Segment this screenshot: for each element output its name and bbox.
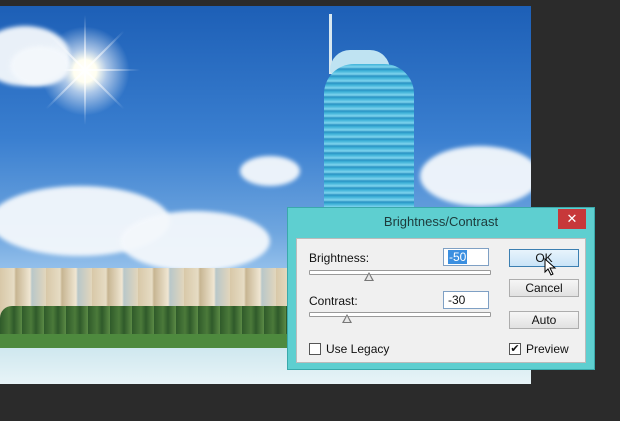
auto-button[interactable]: Auto (509, 311, 579, 329)
use-legacy-label: Use Legacy (326, 342, 390, 356)
mouse-pointer-icon (544, 258, 557, 276)
dialog-titlebar[interactable]: Brightness/Contrast ✕ (288, 208, 594, 236)
brightness-slider-thumb[interactable] (364, 272, 374, 281)
preview-label: Preview (526, 342, 569, 356)
preview-checkbox[interactable]: ✔ (509, 343, 521, 355)
cloud (420, 146, 531, 206)
dialog-body: Brightness: -50 Contrast: -30 Use Legacy… (296, 238, 586, 363)
contrast-value: -30 (448, 293, 466, 307)
brightness-value: -50 (448, 250, 468, 264)
close-button[interactable]: ✕ (558, 209, 586, 229)
checkmark-icon: ✔ (510, 343, 520, 355)
brightness-label: Brightness: (309, 251, 370, 265)
trees (0, 306, 300, 336)
contrast-slider-track[interactable] (309, 312, 491, 317)
contrast-input[interactable]: -30 (443, 291, 489, 309)
cloud (10, 46, 70, 86)
cloud (240, 156, 300, 186)
dialog-title: Brightness/Contrast (383, 214, 499, 229)
cancel-button[interactable]: Cancel (509, 279, 579, 297)
contrast-slider-thumb[interactable] (342, 314, 352, 323)
close-icon: ✕ (566, 211, 578, 226)
use-legacy-checkbox[interactable] (309, 343, 321, 355)
brightness-input[interactable]: -50 (443, 248, 489, 266)
contrast-label: Contrast: (309, 294, 358, 308)
brightness-contrast-dialog: Brightness/Contrast ✕ Brightness: -50 Co… (287, 207, 595, 370)
brightness-slider-track[interactable] (309, 270, 491, 275)
cloud (120, 211, 270, 271)
glass-tower (324, 64, 414, 214)
